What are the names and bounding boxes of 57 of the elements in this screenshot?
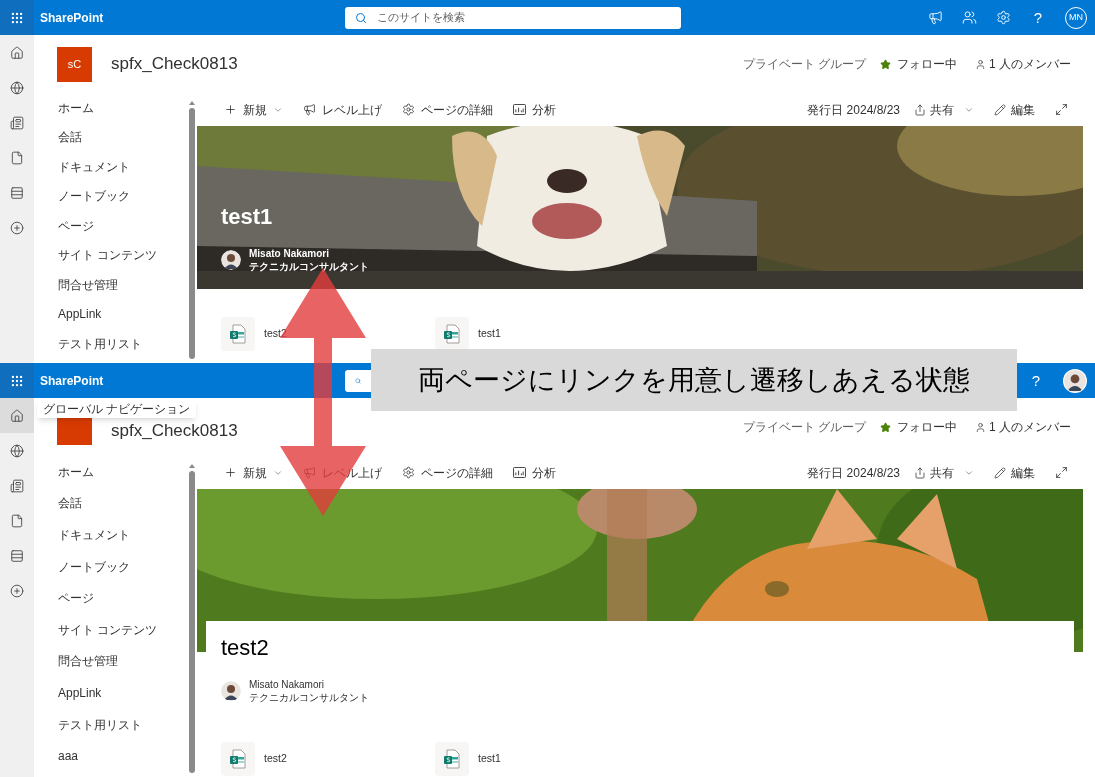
nav-link[interactable]: ドキュメント	[58, 519, 188, 551]
tooltip: グローバル ナビゲーション	[37, 400, 197, 418]
annotation-caption: 両ページにリンクを用意し遷移しあえる状態	[371, 349, 1017, 411]
toolbar-button[interactable]: レベル上げ	[303, 100, 382, 119]
search-field[interactable]: このサイトを検索	[345, 6, 681, 29]
nav-link[interactable]: 問合せ管理	[58, 645, 188, 678]
quick-link[interactable]: test2	[221, 742, 435, 776]
page-title: test1	[221, 203, 274, 231]
nav-link[interactable]: AppLink	[58, 299, 188, 329]
toolbar-button[interactable]: ページの詳細	[402, 463, 493, 482]
nav-link[interactable]: サイト コンテンツ	[58, 240, 188, 270]
nav-link[interactable]: 会話	[58, 122, 188, 152]
toolbar-button[interactable]: 新規	[224, 463, 283, 482]
nav-link[interactable]: サイト コンテンツ	[58, 613, 188, 646]
nav-link[interactable]: テスト用リスト	[58, 329, 188, 359]
edit-button[interactable]: 編集	[994, 463, 1035, 482]
toolbar-button[interactable]: 新規	[224, 100, 283, 119]
site-title[interactable]: spfx_Check0813	[111, 418, 238, 444]
nav-link[interactable]: ホーム	[58, 456, 188, 488]
members-button[interactable]: 1 人のメンバー	[975, 418, 1071, 436]
app-name[interactable]: SharePoint	[40, 8, 104, 27]
published-date: 発行日 2024/8/23	[807, 101, 900, 119]
nav-link[interactable]: ホーム	[58, 93, 188, 123]
nav-link[interactable]: AppLink	[58, 677, 188, 709]
author-role: テクニカルコンサルタント	[249, 260, 369, 273]
nav-link[interactable]: ページ	[58, 582, 188, 614]
app-name[interactable]: SharePoint	[40, 371, 104, 390]
page-title: test2	[221, 634, 270, 662]
nav-link[interactable]: ノートブック	[58, 181, 188, 211]
author-role: テクニカルコンサルタント	[249, 691, 369, 704]
follow-button[interactable]: フォロー中	[880, 55, 957, 73]
toolbar-button[interactable]: ページの詳細	[402, 100, 493, 119]
privacy-label: プライベート グループ	[742, 419, 866, 436]
help-button[interactable]: ?	[1027, 373, 1044, 388]
help-button[interactable]: ?	[1029, 10, 1046, 25]
share-button[interactable]: 共有	[914, 463, 974, 482]
toolbar-button[interactable]: 分析	[513, 463, 556, 482]
nav-link[interactable]: ノートブック	[58, 550, 188, 583]
nav-link[interactable]: テスト用リスト	[58, 708, 188, 741]
nav-link[interactable]: aaa	[58, 740, 188, 772]
published-date: 発行日 2024/8/23	[807, 464, 900, 482]
quick-link[interactable]: test1	[435, 742, 649, 776]
privacy-label: プライベート グループ	[742, 56, 866, 73]
edit-button[interactable]: 編集	[994, 100, 1035, 119]
follow-button[interactable]: フォロー中	[880, 418, 957, 436]
site-title[interactable]: spfx_Check0813	[111, 51, 238, 77]
nav-link[interactable]: ページ	[58, 211, 188, 241]
members-button[interactable]: 1 人のメンバー	[975, 55, 1071, 73]
nav-link[interactable]: 会話	[58, 487, 188, 520]
author-name: Misato Nakamori	[249, 678, 326, 691]
quick-link[interactable]: test1	[435, 317, 649, 351]
toolbar-button[interactable]: 分析	[513, 100, 556, 119]
author-name: Misato Nakamori	[249, 247, 331, 260]
site-logo[interactable]: sC	[57, 46, 92, 82]
share-button[interactable]: 共有	[914, 100, 974, 119]
nav-link[interactable]: ドキュメント	[58, 152, 188, 182]
nav-link[interactable]: 問合せ管理	[58, 270, 188, 300]
